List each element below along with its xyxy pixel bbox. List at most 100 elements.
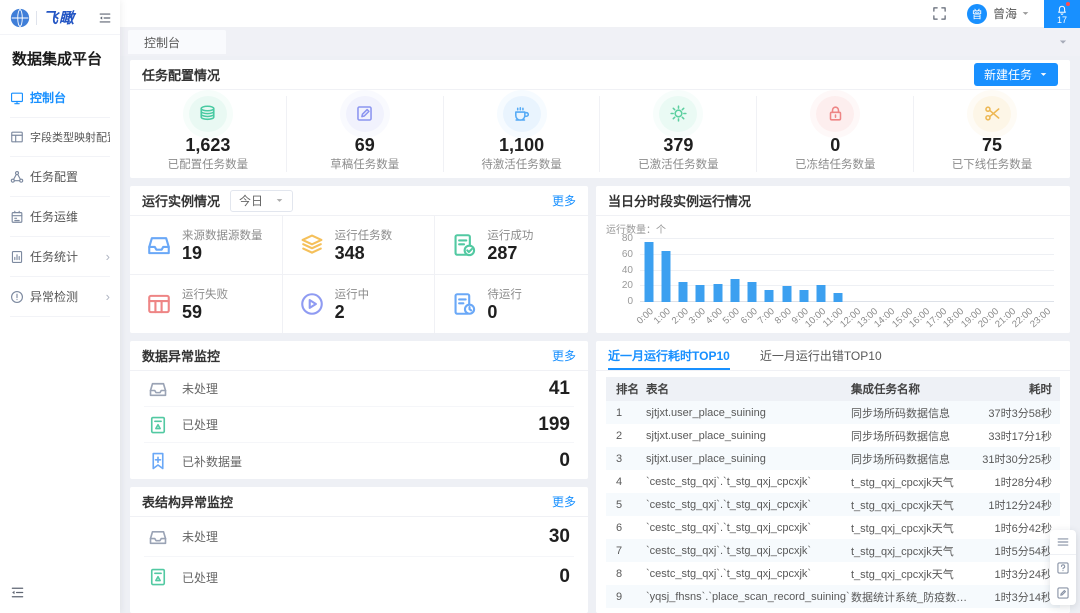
- draft-icon: [355, 104, 374, 123]
- logo-divider: [36, 11, 37, 25]
- avatar[interactable]: 曾: [967, 4, 987, 24]
- cell-duration: 1时28分4秒: [968, 474, 1060, 490]
- sidebar-item-task-stats[interactable]: 任务统计›: [10, 237, 110, 277]
- sidebar-item-anomaly[interactable]: 异常检测›: [10, 277, 110, 317]
- cell-duration: 1时12分24秒: [968, 497, 1060, 513]
- gridline: 80: [640, 238, 1054, 239]
- task-stat-icon-wrap: [973, 96, 1011, 132]
- table-row[interactable]: 6`cestc_stg_qxj`.`t_stg_qxj_cpcxjk`t_stg…: [606, 516, 1060, 539]
- play-circle-icon: [299, 291, 325, 317]
- user-caret-down-icon[interactable]: [1021, 9, 1030, 18]
- sidebar-item-task-config[interactable]: 任务配置: [10, 157, 110, 197]
- data-anomaly-panel: 数据异常监控 更多 未处理41已处理199已补数据量0: [130, 341, 588, 479]
- monitor-row-value: 30: [549, 526, 574, 548]
- chart-y-axis-label: 运行数量：个: [606, 221, 666, 236]
- notification-button[interactable]: 17: [1044, 0, 1080, 28]
- mapping-icon: [10, 130, 24, 144]
- run-stat-texts: 运行任务数348: [335, 227, 393, 263]
- task-stat-value: 69: [355, 135, 375, 156]
- cell-table-name: `cestc_stg_qxj`.`t_stg_qxj_cpcxjk`: [646, 522, 851, 534]
- chart-bar: [834, 293, 843, 302]
- run-stat-label: 待运行: [487, 286, 522, 302]
- dashboard-icon: [10, 91, 24, 105]
- period-select[interactable]: 今日: [230, 190, 293, 212]
- cell-table-name: `cestc_stg_qxj`.`t_stg_qxj_cpcxjk`: [646, 476, 851, 488]
- sidebar-item-label: 异常检测: [30, 288, 78, 305]
- tab-duration-top10[interactable]: 近一月运行耗时TOP10: [608, 341, 730, 370]
- y-tick-label: 80: [622, 233, 633, 244]
- inbox-icon: [148, 379, 168, 399]
- task-stat-card: 379已激活任务数量: [600, 96, 757, 172]
- run-stat-value: 2: [335, 302, 370, 322]
- platform-title: 数据集成平台: [0, 35, 120, 78]
- table-row[interactable]: 4`cestc_stg_qxj`.`t_stg_qxj_cpcxjk`t_stg…: [606, 470, 1060, 493]
- cell-task-name: t_stg_qxj_cpcxjk天气: [851, 543, 968, 559]
- column-duration: 耗时: [968, 381, 1060, 397]
- task-stat-value: 379: [663, 135, 693, 156]
- task-stat-card: 1,623已配置任务数量: [130, 96, 287, 172]
- menu-fold-icon[interactable]: [98, 11, 112, 25]
- table-row[interactable]: 5`cestc_stg_qxj`.`t_stg_qxj_cpcxjk`t_stg…: [606, 493, 1060, 516]
- table-row[interactable]: 3sjtjxt.user_place_suining同步场所码数据信息31时30…: [606, 447, 1060, 470]
- task-stat-card: 1,100待激活任务数量: [444, 96, 601, 172]
- task-stat-card: 0已冻结任务数量: [757, 96, 914, 172]
- task-stat-icon-wrap: [659, 96, 697, 132]
- task-ops-icon: [10, 210, 24, 224]
- app-root: 飞瞰 数据集成平台 控制台字段类型映射配置任务配置任务运维任务统计›异常检测› …: [0, 0, 1080, 613]
- monitor-row-value: 0: [559, 450, 574, 472]
- y-tick-label: 40: [622, 265, 633, 276]
- table-row[interactable]: 1sjtjxt.user_place_suining同步场所码数据信息37时3分…: [606, 401, 1060, 424]
- sidebar-item-label: 任务配置: [30, 168, 78, 185]
- table-anomaly-more-link[interactable]: 更多: [552, 493, 576, 510]
- sidebar-item-label: 任务统计: [30, 248, 78, 265]
- monitor-row: 未处理41: [144, 371, 574, 407]
- new-task-button[interactable]: 新建任务: [974, 63, 1058, 86]
- run-stat-value: 59: [182, 302, 228, 322]
- column-table-name: 表名: [646, 381, 851, 397]
- content: 任务配置情况 新建任务 1,623已配置任务数量69草稿任务数量1,100待激活…: [120, 56, 1080, 613]
- inbox-icon: [146, 232, 172, 258]
- table-row[interactable]: 8`cestc_stg_qxj`.`t_stg_qxj_cpcxjk`t_stg…: [606, 562, 1060, 585]
- task-stat-label: 已配置任务数量: [168, 156, 249, 172]
- cell-task-name: 同步场所码数据信息: [851, 405, 968, 421]
- run-instance-more-link[interactable]: 更多: [552, 192, 576, 209]
- sidebar-item-dashboard[interactable]: 控制台: [10, 78, 110, 118]
- sidebar-item-task-ops[interactable]: 任务运维: [10, 197, 110, 237]
- doc-refresh-icon: [148, 415, 168, 435]
- monitor-row-label: 已处理: [182, 416, 218, 433]
- chart-bar: [679, 282, 688, 302]
- run-stat-cell: 运行中2: [283, 275, 436, 333]
- float-feedback-button[interactable]: [1050, 580, 1076, 605]
- tabbar-chevron-down-icon[interactable]: [1058, 37, 1068, 47]
- tab-error-top10[interactable]: 近一月运行出错TOP10: [760, 341, 882, 370]
- sidebar-item-mapping[interactable]: 字段类型映射配置: [10, 118, 110, 157]
- float-help-button[interactable]: [1050, 555, 1076, 580]
- collapse-sidebar-icon[interactable]: [10, 585, 25, 600]
- monitor-row: 已补数据量0: [144, 443, 574, 479]
- chart-plot: 0204060800:001:002:003:004:005:006:007:0…: [640, 239, 1054, 302]
- tab-console[interactable]: 控制台: [128, 30, 226, 54]
- fullscreen-icon[interactable]: [932, 6, 947, 21]
- table-row[interactable]: 9`yqsj_fhsns`.`place_scan_record_suining…: [606, 585, 1060, 608]
- doc-refresh-icon: [148, 567, 168, 587]
- run-stat-label: 运行任务数: [335, 227, 393, 243]
- y-tick-label: 20: [622, 280, 633, 291]
- cell-duration: 31时30分25秒: [968, 451, 1060, 467]
- cell-duration: 1时3分24秒: [968, 566, 1060, 582]
- table-row[interactable]: 7`cestc_stg_qxj`.`t_stg_qxj_cpcxjk`t_stg…: [606, 539, 1060, 562]
- gridline: 60: [640, 254, 1054, 255]
- task-stat-value: 0: [830, 135, 840, 156]
- notification-dot: [1066, 2, 1070, 6]
- task-stat-value: 1,623: [185, 135, 230, 156]
- data-anomaly-more-link[interactable]: 更多: [552, 347, 576, 364]
- task-config-title: 任务配置情况: [142, 65, 220, 84]
- user-name[interactable]: 曾海: [993, 5, 1017, 22]
- chart-bar: [730, 279, 739, 302]
- table-row[interactable]: 2sjtjxt.user_place_suining同步场所码数据信息33时17…: [606, 424, 1060, 447]
- left-column: 数据异常监控 更多 未处理41已处理199已补数据量0 表结构异常监控 更多 未…: [130, 341, 588, 613]
- lock-icon: [826, 104, 845, 123]
- run-instance-stats: 来源数据源数量19运行任务数348运行成功287运行失败59运行中2待运行0: [130, 216, 588, 333]
- float-menu-button[interactable]: [1050, 530, 1076, 555]
- table-row[interactable]: 10`cestc_stg_qxj`.`t_stg_qxj_cpcxjk`t_st…: [606, 608, 1060, 613]
- run-stat-texts: 运行失败59: [182, 286, 228, 322]
